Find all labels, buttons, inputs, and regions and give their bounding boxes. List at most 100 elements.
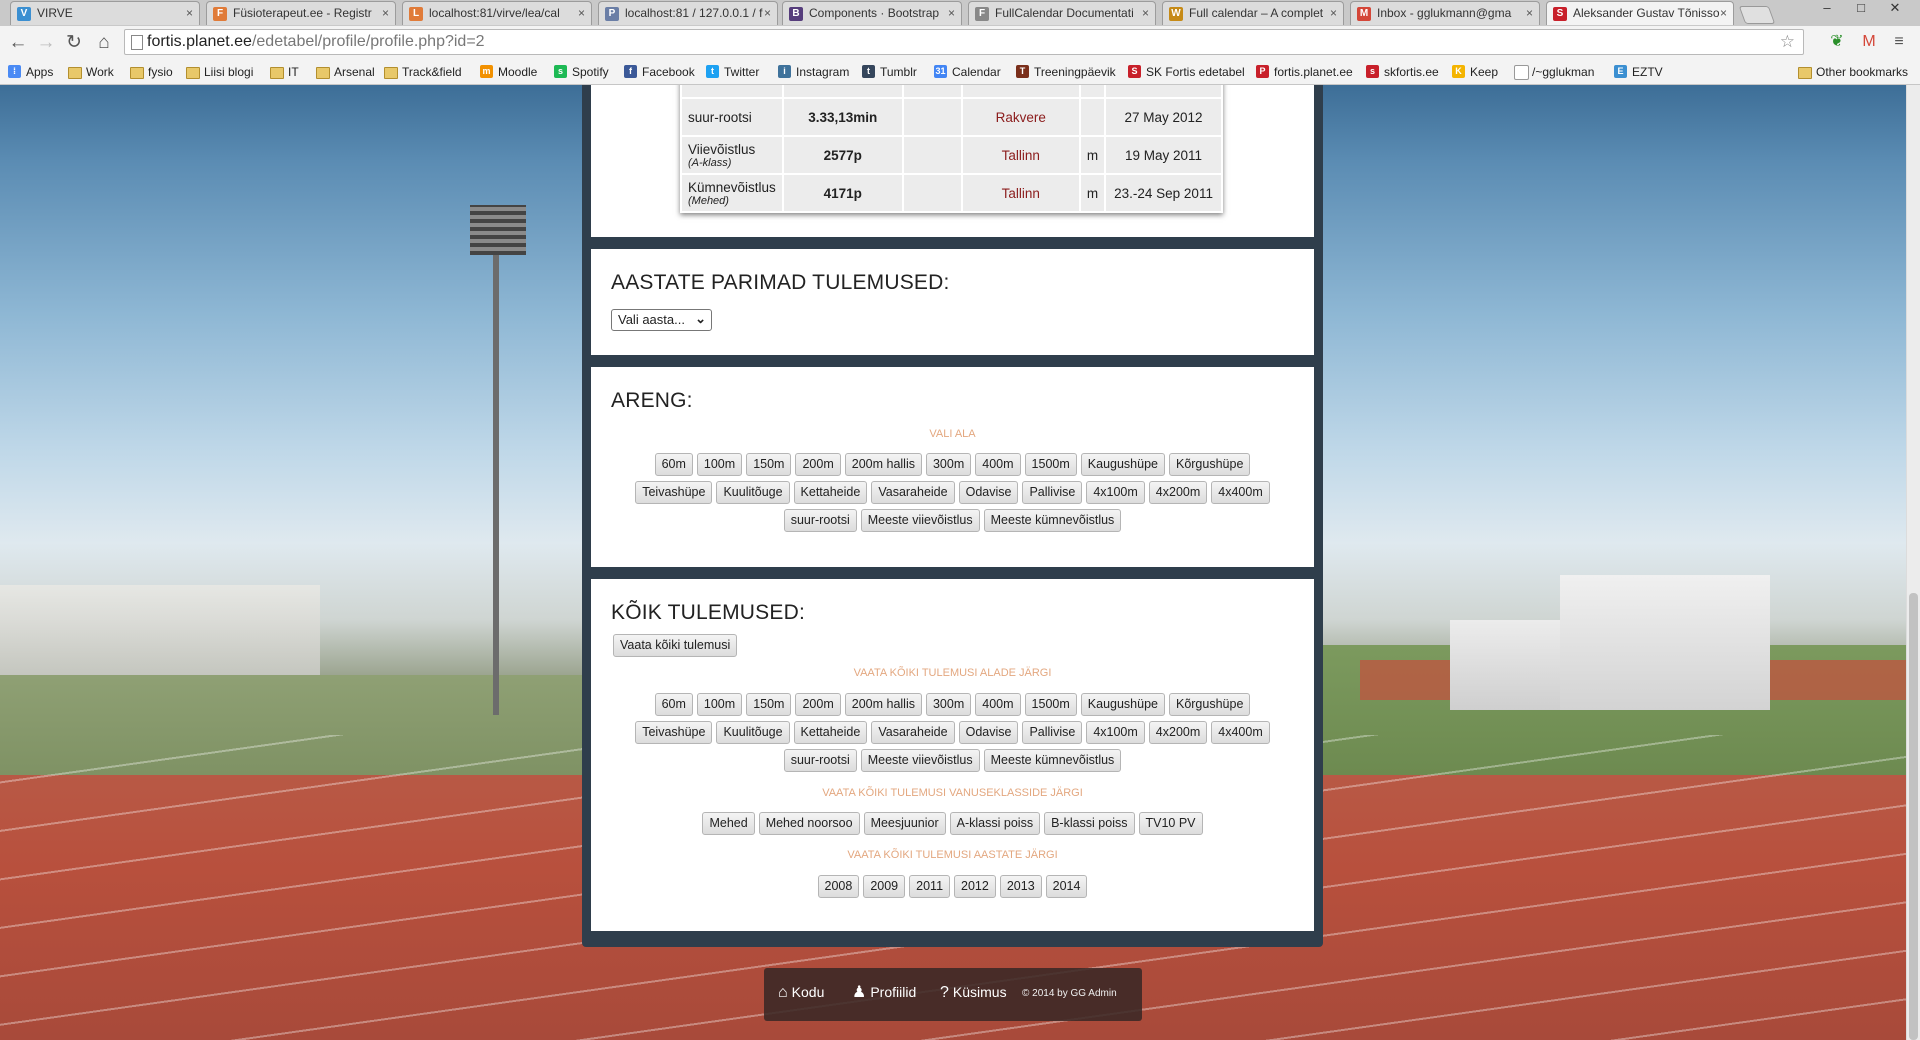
bookmark-item[interactable]: /~gglukman [1514, 64, 1594, 80]
forward-icon[interactable]: → [34, 31, 58, 55]
progress-event-button[interactable]: 300m [925, 453, 972, 476]
browser-tab[interactable]: Llocalhost:81/virve/lea/cal × [402, 1, 592, 25]
scrollbar-thumb[interactable] [1909, 593, 1918, 1040]
reload-icon[interactable]: ↻ [62, 31, 86, 55]
year-filter-button[interactable]: 2013 [999, 875, 1042, 898]
tab-close-icon[interactable]: × [1526, 2, 1533, 24]
year-filter-button[interactable]: 2012 [954, 875, 996, 898]
tab-close-icon[interactable]: × [1720, 2, 1727, 24]
tab-close-icon[interactable]: × [948, 2, 955, 24]
bookmark-item[interactable]: m Moodle [480, 64, 537, 80]
minimize-icon[interactable]: – [1812, 0, 1842, 18]
address-bar[interactable]: fortis.planet.ee/edetabel/profile/profil… [124, 29, 1804, 55]
browser-tab[interactable]: S Aleksander Gustav Tõnisso × [1546, 1, 1734, 25]
vertical-scrollbar[interactable] [1906, 85, 1920, 1040]
event-filter-button[interactable]: 4x400m [1211, 721, 1270, 744]
bookmark-item[interactable]: IT [270, 64, 299, 80]
age-class-button[interactable]: A-klassi poiss [949, 812, 1041, 835]
year-filter-button[interactable]: 2008 [817, 875, 860, 898]
progress-event-button[interactable]: 100m [696, 453, 743, 476]
age-class-button[interactable]: TV10 PV [1138, 812, 1203, 835]
age-class-button[interactable]: Mehed [702, 812, 755, 835]
event-filter-button[interactable]: 1500m [1024, 693, 1077, 716]
bookmark-item[interactable]: s skfortis.ee [1366, 64, 1439, 80]
browser-tab[interactable]: Plocalhost:81 / 127.0.0.1 / f × [598, 1, 778, 25]
bookmark-item[interactable]: i Instagram [778, 64, 849, 80]
event-filter-button[interactable]: Kuulitõuge [716, 721, 790, 744]
event-filter-button[interactable]: 4x100m [1086, 721, 1145, 744]
event-filter-button[interactable]: Meeste kümnevõistlus [983, 749, 1122, 772]
progress-event-button[interactable]: Odavise [958, 481, 1019, 504]
event-filter-button[interactable]: Kettaheide [793, 721, 868, 744]
progress-event-button[interactable]: 150m [746, 453, 792, 476]
event-filter-button[interactable]: 300m [925, 693, 972, 716]
bookmark-item[interactable]: S SK Fortis edetabel [1128, 64, 1245, 80]
bookmark-item[interactable]: s Spotify [554, 64, 609, 80]
progress-event-button[interactable]: Vasaraheide [871, 481, 955, 504]
event-filter-button[interactable]: Kõrgushüpe [1168, 693, 1251, 716]
event-filter-button[interactable]: Teivashüpe [635, 721, 713, 744]
bookmark-item[interactable]: t Twitter [706, 64, 759, 80]
bookmark-item[interactable]: Pfortis.planet.ee [1256, 64, 1353, 80]
tab-close-icon[interactable]: × [382, 2, 389, 24]
event-filter-button[interactable]: Pallivise [1022, 721, 1083, 744]
nav-faq-link[interactable]: ? Küsimus [940, 982, 1007, 1002]
progress-event-button[interactable]: 200m [795, 453, 841, 476]
maximize-icon[interactable]: □ [1846, 0, 1876, 18]
tab-close-icon[interactable]: × [764, 2, 771, 24]
event-filter-button[interactable]: 60m [654, 693, 693, 716]
view-all-results-button[interactable]: Vaata kõiki tulemusi [613, 634, 738, 657]
year-filter-button[interactable]: 2011 [909, 875, 951, 898]
tab-close-icon[interactable]: × [578, 2, 585, 24]
progress-event-button[interactable]: 4x100m [1086, 481, 1145, 504]
extension-evernote-icon[interactable]: ❦ [1826, 31, 1848, 53]
event-filter-button[interactable]: 4x200m [1148, 721, 1208, 744]
home-icon[interactable]: ⌂ [92, 31, 116, 55]
bookmark-item[interactable]: Work [68, 64, 114, 80]
bookmark-star-icon[interactable]: ☆ [1780, 30, 1795, 54]
close-window-icon[interactable]: ✕ [1880, 0, 1910, 18]
progress-event-button[interactable]: 4x200m [1148, 481, 1208, 504]
progress-event-button[interactable]: Kaugushüpe [1080, 453, 1165, 476]
bookmark-item[interactable]: T Treeningpäevik [1016, 64, 1116, 80]
gmail-icon[interactable]: M [1858, 31, 1880, 53]
progress-event-button[interactable]: Pallivise [1022, 481, 1083, 504]
progress-event-button[interactable]: suur-rootsi [783, 509, 857, 532]
tab-close-icon[interactable]: × [1330, 2, 1337, 24]
event-filter-button[interactable]: Kaugushüpe [1080, 693, 1165, 716]
progress-event-button[interactable]: Meeste kümnevõistlus [983, 509, 1122, 532]
event-filter-button[interactable]: 200m hallis [844, 693, 922, 716]
event-filter-button[interactable]: suur-rootsi [783, 749, 857, 772]
progress-event-button[interactable]: 400m [975, 453, 1021, 476]
progress-event-button[interactable]: Kuulitõuge [716, 481, 790, 504]
progress-event-button[interactable]: Kettaheide [793, 481, 868, 504]
progress-event-button[interactable]: Kõrgushüpe [1168, 453, 1251, 476]
age-class-button[interactable]: B-klassi poiss [1044, 812, 1135, 835]
other-bookmarks[interactable]: Other bookmarks [1798, 64, 1908, 80]
bookmark-item[interactable]: fysio [130, 64, 173, 80]
browser-tab[interactable]: B Components · Bootstrap × [782, 1, 962, 25]
bookmark-item[interactable]: ⁞ Apps [8, 64, 53, 80]
browser-tab[interactable]: F FullCalendar Documentati × [968, 1, 1156, 25]
event-filter-button[interactable]: Meeste viievõistlus [860, 749, 980, 772]
bookmark-item[interactable]: f Facebook [624, 64, 695, 80]
bookmark-item[interactable]: Arsenal [316, 64, 375, 80]
browser-tab[interactable]: F Füsioterapeut.ee - Registr × [206, 1, 396, 25]
event-filter-button[interactable]: 400m [975, 693, 1021, 716]
event-filter-button[interactable]: 200m [795, 693, 841, 716]
event-filter-button[interactable]: 150m [746, 693, 792, 716]
bookmark-item[interactable]: K Keep [1452, 64, 1498, 80]
age-class-button[interactable]: Meesjuunior [863, 812, 946, 835]
bookmark-item[interactable]: 31 Calendar [934, 64, 1001, 80]
event-filter-button[interactable]: 100m [696, 693, 743, 716]
bookmark-item[interactable]: t Tumblr [862, 64, 917, 80]
browser-tab[interactable]: W Full calendar – A complet × [1162, 1, 1344, 25]
nav-home-link[interactable]: ⌂ Kodu [778, 982, 824, 1002]
progress-event-button[interactable]: Meeste viievõistlus [860, 509, 980, 532]
tab-close-icon[interactable]: × [186, 2, 193, 24]
progress-event-button[interactable]: 4x400m [1211, 481, 1270, 504]
age-class-button[interactable]: Mehed noorsoo [758, 812, 860, 835]
event-filter-button[interactable]: Odavise [958, 721, 1019, 744]
event-filter-button[interactable]: Vasaraheide [871, 721, 955, 744]
year-filter-button[interactable]: 2009 [863, 875, 906, 898]
